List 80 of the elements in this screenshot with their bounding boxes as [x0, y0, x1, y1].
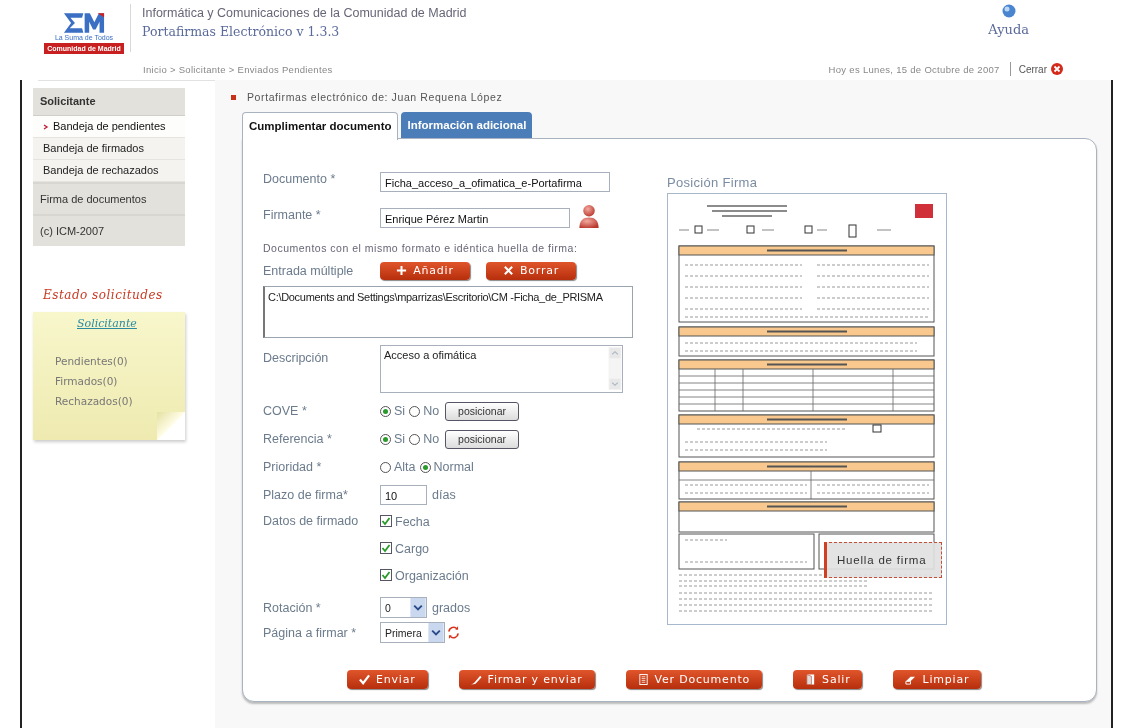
checkbox-option[interactable]: Organización	[380, 569, 469, 596]
help-link[interactable]: Ayuda	[988, 4, 1029, 62]
action-button[interactable]: Limpiar	[893, 670, 982, 689]
document-icon	[637, 674, 649, 685]
text-area[interactable]: Acceso a ofimática	[380, 345, 623, 393]
status-link[interactable]: Pendientes(0)	[55, 351, 185, 371]
check-icon	[381, 516, 391, 526]
chevron-icon	[43, 123, 49, 130]
number-field[interactable]: 10	[380, 485, 427, 505]
radio-option[interactable]: Alta	[380, 460, 416, 474]
caret-icon	[410, 598, 426, 617]
close-link[interactable]: Cerrar	[1018, 63, 1063, 75]
scrollbar	[608, 347, 622, 390]
action-button[interactable]: Borrar	[486, 261, 576, 280]
person-icon	[578, 204, 600, 229]
tab[interactable]: Cumplimentar documento	[242, 112, 399, 140]
position-button[interactable]: posicionar	[445, 429, 519, 449]
logo-icon	[61, 12, 107, 34]
field-label: Referencia *	[263, 432, 333, 446]
radio-option[interactable]: Normal	[419, 460, 474, 474]
unit-label: grados	[432, 600, 471, 615]
field-label: Página a firmar *	[263, 625, 358, 640]
unit-label: días	[432, 488, 456, 502]
menu-item[interactable]: Firma de documentos	[33, 182, 185, 214]
radio-option[interactable]: Si	[380, 432, 406, 446]
radio-option[interactable]: No	[409, 404, 440, 418]
application-title: Portafirmas Electrónico v 1.3.3	[142, 24, 341, 39]
field-label: COVE *	[263, 404, 308, 418]
page-curl	[157, 412, 185, 440]
note-heading: Solicitante	[76, 316, 138, 332]
eraser-icon	[905, 674, 917, 685]
action-button[interactable]: Ver Documento	[625, 670, 763, 689]
check-icon	[381, 570, 391, 580]
status-link[interactable]: Firmados(0)	[55, 371, 185, 391]
radio-option[interactable]: No	[409, 432, 440, 446]
field-label: Documento *	[263, 172, 337, 186]
door-icon	[805, 674, 817, 685]
date-text: Hoy es Lunes, 15 de Octubre de 2007	[828, 63, 1000, 75]
breadcrumb: Inicio > Solicitante > Enviados Pendientes	[143, 63, 333, 75]
file-list[interactable]: C:\Documents and Settings\mparrizas\Escritorio\CM -Ficha_de_PRISMA	[263, 286, 633, 338]
action-button[interactable]: Enviar	[347, 670, 428, 689]
field-label: Descripción	[263, 350, 330, 365]
caret-icon	[428, 623, 444, 642]
dropdown[interactable]: Primera	[380, 622, 445, 643]
menu-item[interactable]: Bandeja de rechazados	[33, 160, 185, 182]
checkbox-option[interactable]: Fecha	[380, 515, 469, 542]
text-field[interactable]: Enrique Pérez Martin	[380, 208, 570, 228]
pen-icon	[470, 674, 482, 685]
signature-marker[interactable]: Huella de firma	[824, 542, 942, 578]
check-icon	[359, 674, 370, 685]
action-button[interactable]: Salir	[793, 670, 863, 689]
action-button[interactable]: Firmar y enviar	[458, 670, 595, 689]
field-label: Datos de firmado	[263, 514, 360, 528]
checkbox-option[interactable]: Cargo	[380, 542, 469, 569]
menu-item[interactable]: (c) ICM-2007	[33, 214, 185, 246]
field-label: Firmante *	[263, 208, 322, 222]
tab[interactable]: Información adicional	[401, 112, 533, 138]
menu-item[interactable]: Bandeja de pendientes	[33, 116, 185, 138]
preview-title: Posición Firma	[667, 175, 759, 192]
radio-option[interactable]: Si	[380, 404, 406, 418]
text-field[interactable]: Ficha_acceso_a_ofimatica_e-Portafirma	[380, 172, 610, 192]
action-button[interactable]: Añadir	[380, 261, 470, 280]
check-icon	[381, 543, 391, 553]
close-icon	[1051, 63, 1063, 75]
help-icon	[1001, 4, 1016, 18]
position-button[interactable]: posicionar	[445, 401, 519, 421]
dropdown[interactable]: 0	[380, 597, 427, 618]
owner-text: Portafirmas electrónico de: Juan Requena López	[247, 91, 503, 103]
field-label: Rotación *	[263, 600, 322, 615]
cross-icon	[502, 265, 514, 276]
field-label: Plazo de firma*	[263, 488, 349, 502]
plus-icon	[396, 265, 408, 276]
instruction-text: Documentos con el mismo formato e idéntica huella de firma:	[263, 242, 578, 254]
status-link[interactable]: Rechazados(0)	[55, 391, 185, 411]
field-label: Prioridad *	[263, 460, 323, 474]
bullet-icon	[231, 94, 236, 100]
menu-item[interactable]: Bandeja de firmados	[33, 138, 185, 160]
status-title: Estado solicitudes	[42, 288, 164, 302]
organization-title: Informática y Comunicaciones de la Comunidad de Madrid	[142, 6, 467, 20]
field-label: Entrada múltiple	[263, 263, 355, 278]
